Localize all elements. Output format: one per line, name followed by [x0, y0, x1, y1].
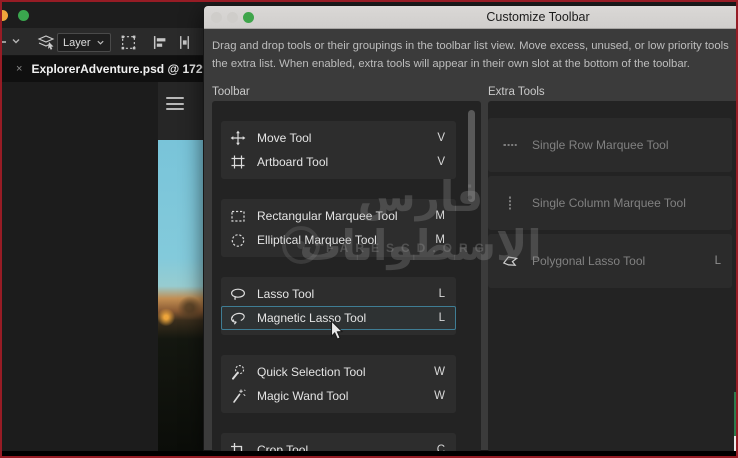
panel-strip — [158, 82, 203, 140]
tool-name: Polygonal Lasso Tool — [532, 254, 715, 268]
tool-shortcut: M — [435, 234, 445, 246]
tool-shortcut: W — [434, 366, 445, 378]
document-tab-title[interactable]: ExplorerAdventure.psd @ 172% (M — [31, 62, 230, 76]
tool-group: Move ToolVArtboard ToolV — [221, 121, 456, 179]
toolbar-column-label: Toolbar — [212, 86, 250, 98]
panel-menu-icon[interactable] — [166, 97, 184, 110]
elliptical-marquee-icon — [230, 232, 246, 248]
tool-name: Magic Wand Tool — [257, 389, 434, 403]
extra-tools-list: Single Row Marquee Tool Single Column Mar… — [488, 101, 738, 452]
tool-name: Rectangular Marquee Tool — [257, 209, 435, 223]
layer-dropdown[interactable]: Layer — [57, 33, 111, 52]
toolbar-item-elliptical-marquee-tool[interactable]: Elliptical Marquee ToolM — [221, 228, 456, 252]
tool-shortcut: V — [437, 156, 445, 168]
extra-tools-column-label: Extra Tools — [488, 86, 545, 98]
extra-item-single-column-marquee-tool[interactable]: Single Column Marquee Tool — [488, 191, 732, 215]
toolbar-item-magnetic-lasso-tool[interactable]: Magnetic Lasso ToolL — [221, 306, 456, 330]
window-zoom-button[interactable] — [18, 10, 29, 21]
tool-group: Rectangular Marquee ToolMElliptical Marq… — [221, 199, 456, 257]
extra-tool-group: Single Column Marquee Tool — [488, 176, 732, 230]
quick-selection-icon — [230, 364, 246, 380]
single-column-marquee-icon — [502, 195, 518, 211]
dialog-minimize-button[interactable] — [227, 12, 238, 23]
align-left-edges-icon[interactable] — [151, 33, 167, 51]
tab-close-icon[interactable]: × — [16, 63, 22, 75]
tool-group: Quick Selection ToolWMagic Wand ToolW — [221, 355, 456, 413]
tool-name: Single Column Marquee Tool — [532, 196, 721, 210]
tool-shortcut: L — [439, 312, 445, 324]
tool-name: Lasso Tool — [257, 287, 439, 301]
transform-controls-icon[interactable] — [119, 33, 137, 51]
document-photo-preview — [158, 140, 203, 451]
artboard-tool-icon — [230, 154, 246, 170]
dialog-titlebar[interactable]: Customize Toolbar — [204, 6, 738, 29]
single-row-marquee-icon — [502, 137, 518, 153]
customize-toolbar-dialog: Customize Toolbar Drag and drop tools or… — [203, 5, 738, 451]
tool-name: Magnetic Lasso Tool — [257, 311, 439, 325]
move-tool-icon — [230, 130, 246, 146]
tool-group: Lasso ToolLMagnetic Lasso ToolL — [221, 277, 456, 335]
tool-name: Move Tool — [257, 131, 437, 145]
toolbar-item-rectangular-marquee-tool[interactable]: Rectangular Marquee ToolM — [221, 204, 456, 228]
options-dot — [1, 40, 7, 44]
toolbar-item-quick-selection-tool[interactable]: Quick Selection ToolW — [221, 360, 456, 384]
dialog-title: Customize Toolbar — [486, 10, 589, 24]
instructions-line1: Drag and drop tools or their groupings i… — [212, 37, 738, 55]
edge-artifact-white — [734, 436, 737, 451]
auto-select-icon[interactable] — [36, 32, 56, 52]
tool-name: Artboard Tool — [257, 155, 437, 169]
tool-name: Single Row Marquee Tool — [532, 138, 721, 152]
extra-tool-group: Single Row Marquee Tool — [488, 118, 732, 172]
dialog-zoom-button[interactable] — [243, 12, 254, 23]
tool-name: Elliptical Marquee Tool — [257, 233, 435, 247]
tool-shortcut: L — [715, 255, 721, 267]
extra-item-polygonal-lasso-tool[interactable]: Polygonal Lasso ToolL — [488, 249, 732, 273]
layer-dropdown-value: Layer — [63, 37, 91, 49]
lasso-tool-icon — [230, 286, 246, 302]
dialog-close-button[interactable] — [211, 12, 222, 23]
toolbar-item-lasso-tool[interactable]: Lasso ToolL — [221, 282, 456, 306]
extra-item-single-row-marquee-tool[interactable]: Single Row Marquee Tool — [488, 133, 732, 157]
tool-shortcut: W — [434, 390, 445, 402]
tool-shortcut: V — [437, 132, 445, 144]
rectangular-marquee-icon — [230, 208, 246, 224]
toolbar-list-scrollbar[interactable] — [468, 110, 475, 202]
bottom-letterbox — [0, 451, 738, 458]
chevron-down-icon — [96, 38, 105, 47]
polygonal-lasso-icon — [502, 253, 518, 269]
window-minimize-button[interactable] — [0, 10, 8, 21]
edge-artifact-green — [734, 392, 737, 436]
magnetic-lasso-icon — [230, 310, 246, 326]
dialog-instructions: Drag and drop tools or their groupings i… — [212, 37, 738, 73]
magic-wand-icon — [230, 388, 246, 404]
align-center-icon[interactable] — [176, 33, 192, 51]
toolbar-tool-list: Move ToolVArtboard ToolVRectangular Marq… — [212, 101, 481, 452]
chevron-down-icon[interactable] — [10, 35, 22, 47]
toolbar-item-move-tool[interactable]: Move ToolV — [221, 126, 456, 150]
extra-tool-group: Polygonal Lasso ToolL — [488, 234, 732, 288]
instructions-line2: the extra list. When enabled, extra tool… — [212, 55, 738, 73]
toolbar-item-magic-wand-tool[interactable]: Magic Wand ToolW — [221, 384, 456, 408]
toolbar-item-artboard-tool[interactable]: Artboard ToolV — [221, 150, 456, 174]
tool-name: Quick Selection Tool — [257, 365, 434, 379]
tool-shortcut: M — [435, 210, 445, 222]
screenshot-root: Layer × ExplorerAdventure.psd @ 172% (M … — [0, 0, 738, 458]
tool-shortcut: L — [439, 288, 445, 300]
